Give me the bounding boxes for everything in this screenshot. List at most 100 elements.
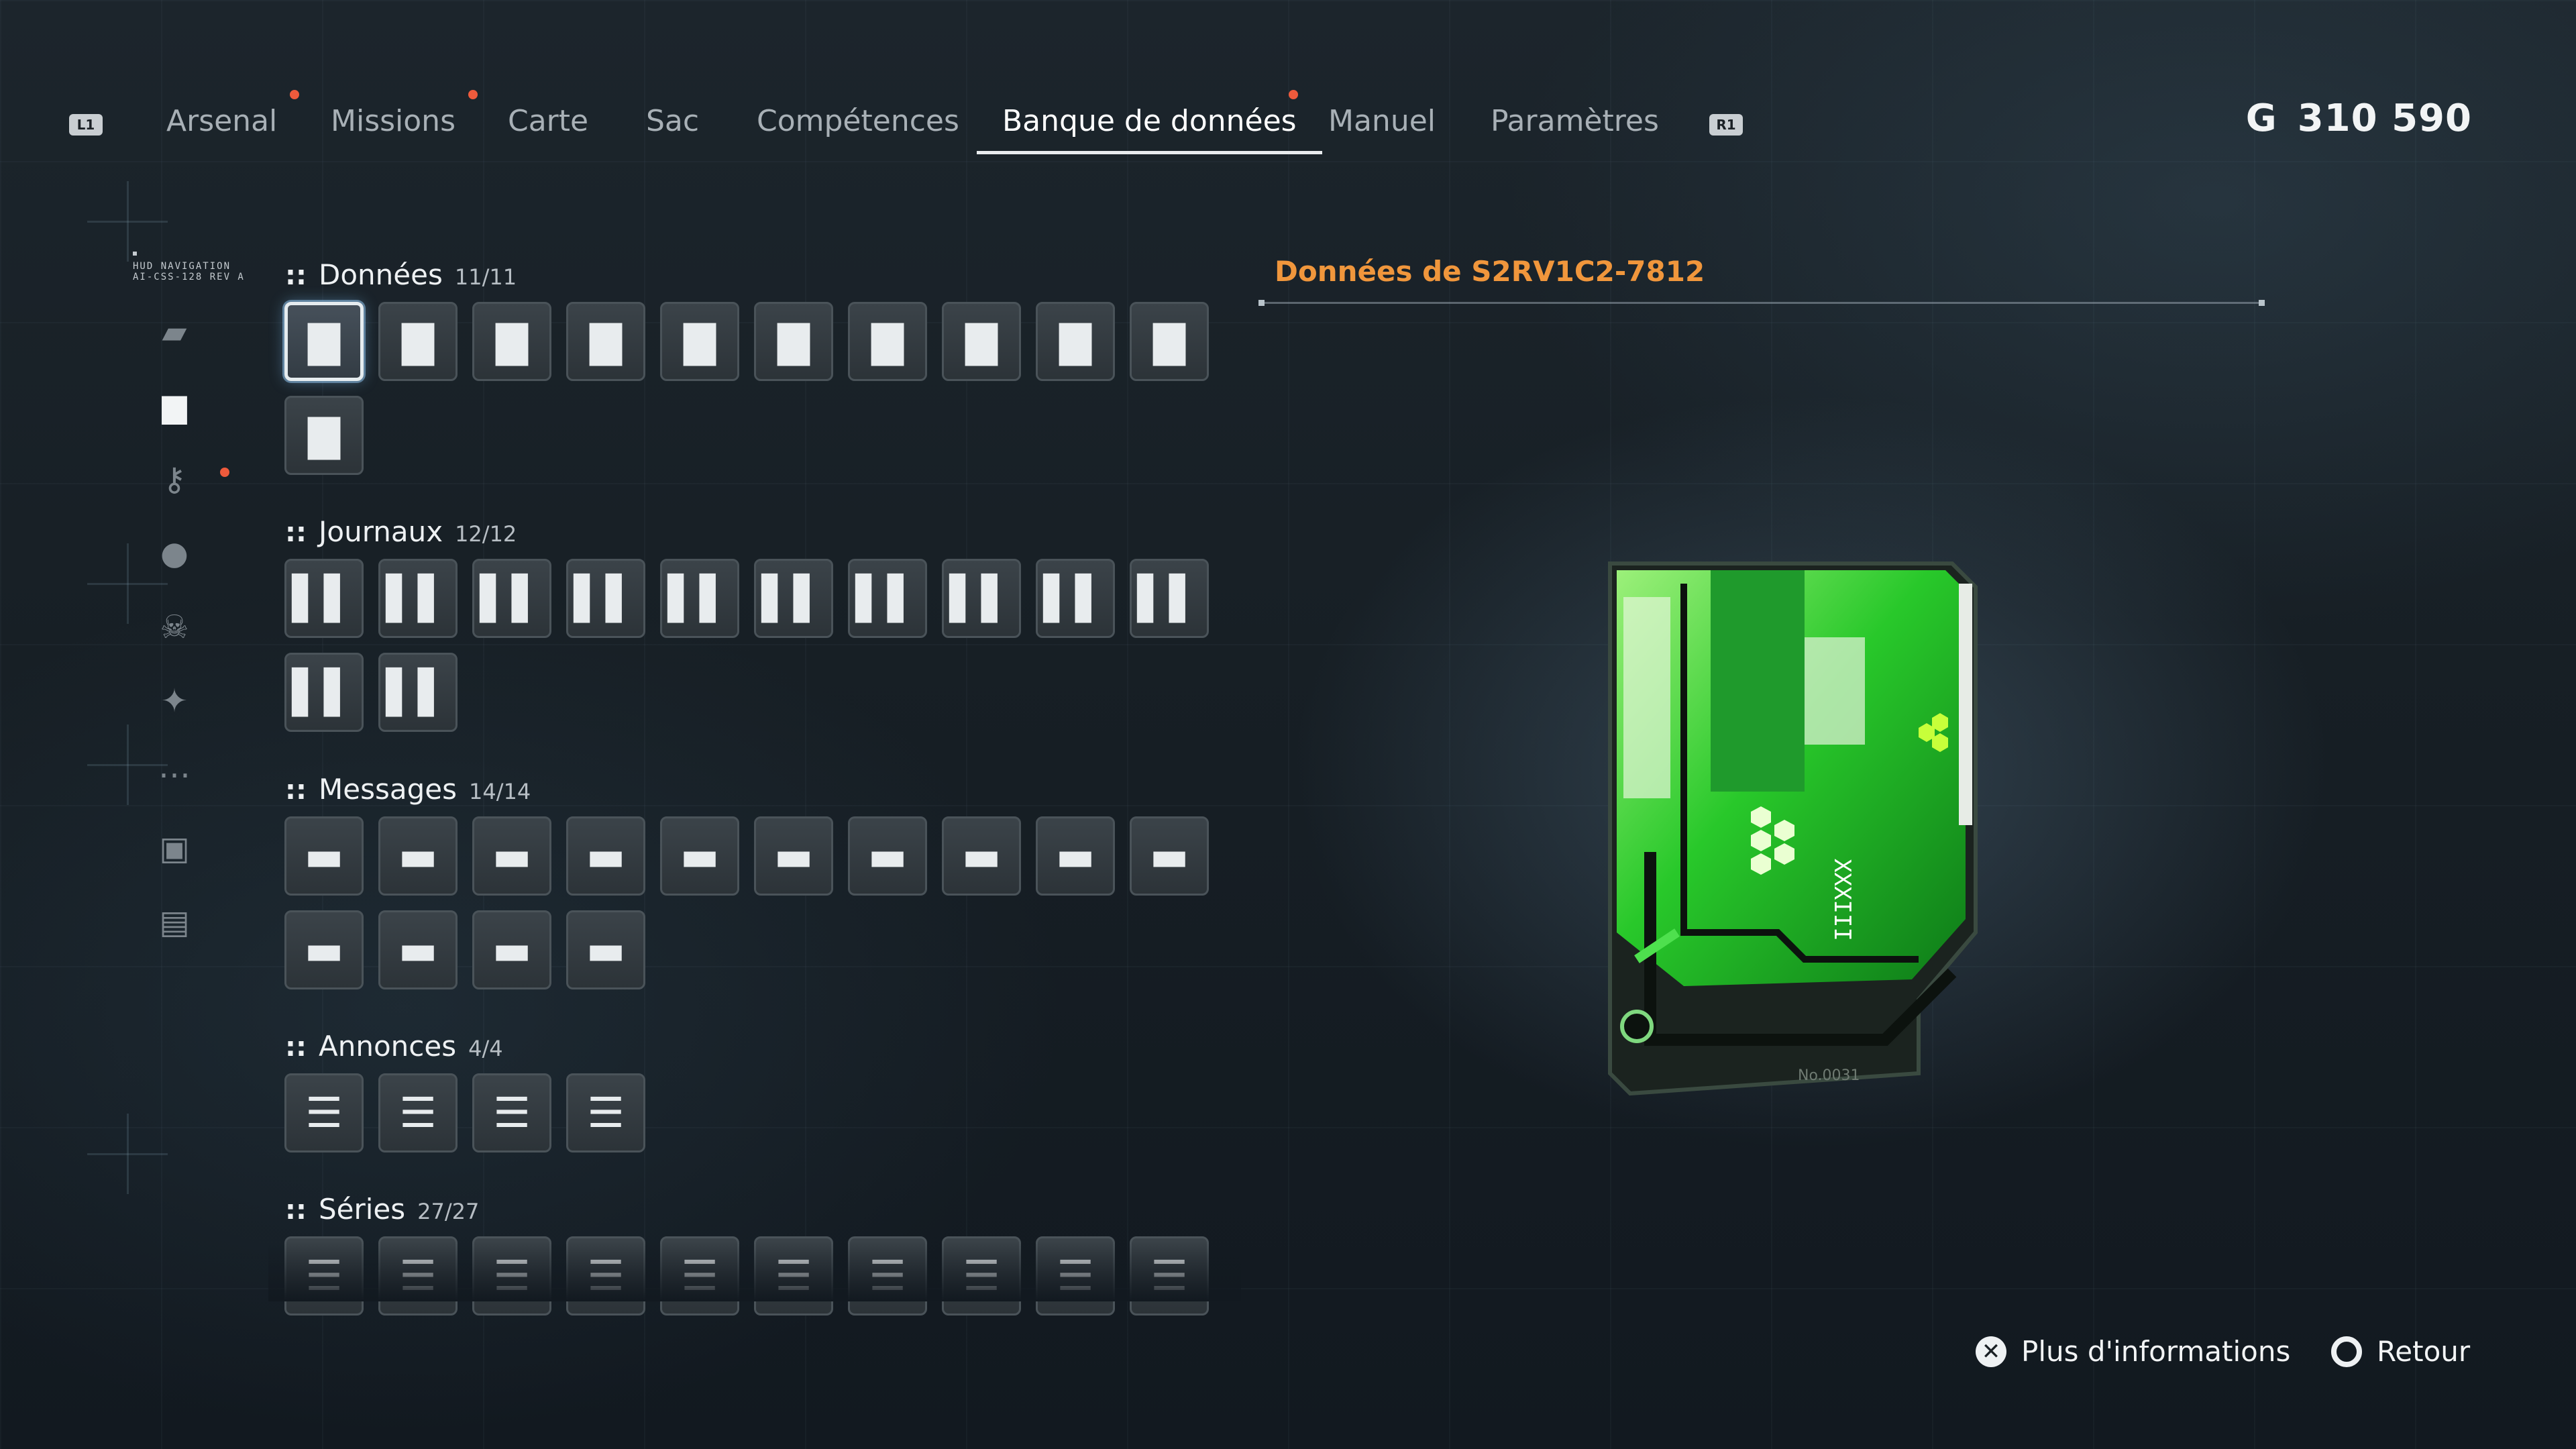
tab-arsenal[interactable]: Arsenal — [166, 87, 277, 154]
donnees-entry-slot[interactable]: ▇ — [1130, 302, 1209, 381]
tab-competences[interactable]: Compétences — [757, 87, 959, 154]
document-icon[interactable]: ▆ — [154, 386, 195, 426]
journaux-entry-slot[interactable]: ▌▌ — [378, 653, 458, 732]
journaux-entry-slot[interactable]: ▌▌ — [284, 559, 364, 638]
messages-entry-icon: ▬ — [867, 831, 908, 880]
messages-entry-slot[interactable]: ▬ — [472, 910, 551, 989]
annonces-entry-slot[interactable]: ☰ — [284, 1073, 364, 1152]
weapon-icon[interactable]: ▰ — [154, 312, 195, 352]
section-bullet-icon: :: — [285, 775, 307, 806]
journaux-entry-icon: ▌▌ — [386, 667, 450, 716]
tab-manuel[interactable]: Manuel — [1328, 87, 1436, 154]
journaux-entry-icon: ▌▌ — [292, 667, 356, 716]
annonces-entry-icon: ☰ — [399, 1088, 437, 1137]
section-name: Données — [319, 258, 443, 291]
annonces-entry-slot[interactable]: ☰ — [472, 1073, 551, 1152]
journaux-entry-slot[interactable]: ▌▌ — [378, 559, 458, 638]
tab-missions[interactable]: Missions — [331, 87, 455, 154]
card-icon[interactable]: ▤ — [154, 902, 195, 943]
journaux-entry-icon: ▌▌ — [574, 574, 638, 623]
section-title-donnees: :: Données 11/11 — [285, 258, 517, 291]
messages-entry-slot[interactable]: ▬ — [566, 816, 645, 896]
messages-entry-slot[interactable]: ▬ — [566, 910, 645, 989]
tab-banque-de-donnees[interactable]: Banque de données — [977, 87, 1322, 154]
r1-shoulder-button[interactable]: R1 — [1709, 114, 1743, 136]
donnees-entry-slot[interactable]: ▇ — [566, 302, 645, 381]
journaux-entry-icon: ▌▌ — [949, 574, 1014, 623]
donnees-entry-slot[interactable]: ▇ — [284, 302, 364, 381]
section-name: Séries — [319, 1193, 406, 1226]
skull-icon[interactable]: ☠ — [154, 607, 195, 647]
messages-entry-icon: ▬ — [1149, 831, 1189, 880]
annonces-entry-slot[interactable]: ☰ — [566, 1073, 645, 1152]
circle-button-icon — [2331, 1336, 2362, 1367]
fish-icon[interactable]: ✦ — [154, 681, 195, 721]
background-crosshair — [87, 1114, 168, 1194]
journaux-entry-slot[interactable]: ▌▌ — [942, 559, 1021, 638]
key-icon[interactable]: ⚷ — [154, 460, 195, 500]
messages-entry-icon: ▬ — [961, 831, 1002, 880]
rail-label: HUD NAVIGATION AI-CSS-128 REV A — [133, 252, 245, 282]
donnees-entry-icon: ▇ — [965, 317, 998, 366]
annonces-entry-slot[interactable]: ☰ — [378, 1073, 458, 1152]
person-icon[interactable]: ● — [154, 533, 195, 574]
back-prompt[interactable]: Retour — [2331, 1335, 2470, 1368]
l1-shoulder-button[interactable]: L1 — [69, 114, 103, 136]
messages-entry-slot[interactable]: ▬ — [1036, 816, 1115, 896]
chip-label: XXXIII — [1829, 859, 1856, 941]
section-count: 27/27 — [417, 1199, 480, 1224]
journaux-entry-slot[interactable]: ▌▌ — [848, 559, 927, 638]
journaux-entry-icon: ▌▌ — [292, 574, 356, 623]
journaux-entry-slot[interactable]: ▌▌ — [472, 559, 551, 638]
donnees-entry-slot[interactable]: ▇ — [848, 302, 927, 381]
donnees-entry-icon: ▇ — [1059, 317, 1091, 366]
messages-entry-slot[interactable]: ▬ — [848, 816, 927, 896]
detail-divider — [1258, 300, 2265, 306]
donnees-entry-slot[interactable]: ▇ — [660, 302, 739, 381]
tab-carte[interactable]: Carte — [508, 87, 588, 154]
messages-entry-slot[interactable]: ▬ — [284, 910, 364, 989]
more-info-label: Plus d'informations — [2021, 1335, 2291, 1368]
messages-entry-slot[interactable]: ▬ — [1130, 816, 1209, 896]
currency-icon: G — [2245, 97, 2277, 140]
section-name: Annonces — [319, 1030, 457, 1063]
annonces-entry-icon: ☰ — [493, 1088, 531, 1137]
donnees-entry-slot[interactable]: ▇ — [284, 396, 364, 475]
messages-entry-slot[interactable]: ▬ — [472, 816, 551, 896]
journaux-entry-slot[interactable]: ▌▌ — [660, 559, 739, 638]
section-title-messages: :: Messages 14/14 — [285, 773, 531, 806]
donnees-entry-icon: ▇ — [402, 317, 434, 366]
messages-entry-icon: ▬ — [304, 831, 344, 880]
section-title-series: :: Séries 27/27 — [285, 1193, 479, 1226]
donnees-entry-icon: ▇ — [308, 411, 340, 460]
messages-entry-slot[interactable]: ▬ — [378, 816, 458, 896]
messages-entry-icon: ▬ — [773, 831, 814, 880]
donnees-entry-slot[interactable]: ▇ — [942, 302, 1021, 381]
journaux-entry-icon: ▌▌ — [1137, 574, 1201, 623]
donnees-entry-slot[interactable]: ▇ — [472, 302, 551, 381]
messages-entry-slot[interactable]: ▬ — [942, 816, 1021, 896]
messages-entry-slot[interactable]: ▬ — [660, 816, 739, 896]
journaux-entry-slot[interactable]: ▌▌ — [566, 559, 645, 638]
journaux-entry-icon: ▌▌ — [667, 574, 732, 623]
messages-entry-slot[interactable]: ▬ — [754, 816, 833, 896]
more-info-prompt[interactable]: ✕ Plus d'informations — [1976, 1335, 2290, 1368]
journaux-entry-slot[interactable]: ▌▌ — [754, 559, 833, 638]
messages-entry-slot[interactable]: ▬ — [378, 910, 458, 989]
chat-icon[interactable]: ⋯ — [154, 755, 195, 795]
tab-parametres[interactable]: Paramètres — [1491, 87, 1659, 154]
camera-icon[interactable]: ▣ — [154, 828, 195, 869]
donnees-entry-icon: ▇ — [1153, 317, 1185, 366]
tab-sac[interactable]: Sac — [646, 87, 699, 154]
annonces-entry-icon: ☰ — [305, 1088, 343, 1137]
donnees-entry-slot[interactable]: ▇ — [1036, 302, 1115, 381]
donnees-entry-slot[interactable]: ▇ — [754, 302, 833, 381]
journaux-entry-slot[interactable]: ▌▌ — [284, 653, 364, 732]
section-count: 4/4 — [468, 1036, 503, 1061]
journaux-entry-slot[interactable]: ▌▌ — [1036, 559, 1115, 638]
journaux-entry-slot[interactable]: ▌▌ — [1130, 559, 1209, 638]
notification-dot — [290, 90, 299, 99]
messages-entry-slot[interactable]: ▬ — [284, 816, 364, 896]
donnees-entry-slot[interactable]: ▇ — [378, 302, 458, 381]
background-crosshair — [87, 181, 168, 262]
